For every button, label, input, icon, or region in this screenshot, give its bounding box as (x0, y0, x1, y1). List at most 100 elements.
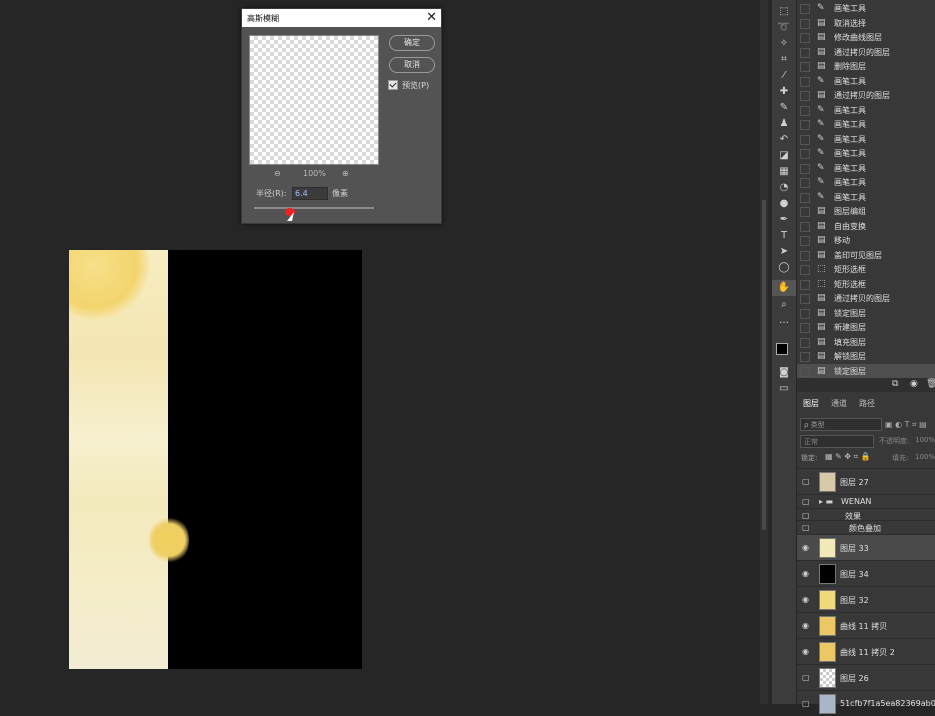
folder-icon[interactable]: ▸ ▬ (819, 497, 833, 506)
history-item[interactable]: ▤ 通过拷贝的图层 (797, 45, 935, 59)
history-source-checkbox[interactable] (800, 250, 810, 261)
history-source-checkbox[interactable] (800, 308, 810, 319)
layer-row[interactable]: ▢ 颜色叠加 (797, 520, 935, 533)
new-document-from-state-icon[interactable]: ⧉ (892, 379, 898, 389)
history-item[interactable]: ▤ 通过拷贝的图层 (797, 88, 935, 102)
tab-paths[interactable]: 路径 (859, 398, 875, 409)
path-selection-tool-icon[interactable]: ➤ (772, 244, 796, 260)
history-item[interactable]: ⬚ 矩形选框 (797, 277, 935, 291)
history-source-checkbox[interactable] (800, 47, 810, 58)
history-source-checkbox[interactable] (800, 337, 810, 348)
history-item[interactable]: ✎ 画笔工具 (797, 190, 935, 204)
history-item[interactable]: ▤ 解锁图层 (797, 349, 935, 363)
history-source-checkbox[interactable] (800, 221, 810, 232)
blend-mode-select[interactable]: 正常 (800, 435, 874, 448)
preview-checkbox-row[interactable]: 预览(P) (388, 79, 440, 91)
history-source-checkbox[interactable] (800, 163, 810, 174)
visibility-off-icon[interactable]: ▢ (802, 497, 810, 506)
snapshot-camera-icon[interactable]: ◉ (910, 379, 918, 389)
history-source-checkbox[interactable] (800, 33, 810, 43)
delete-state-icon[interactable]: 🗑 (926, 379, 935, 389)
pen-tool-icon[interactable]: ✒ (772, 212, 796, 228)
history-item[interactable]: ▤ 盖印可见图层 (797, 248, 935, 262)
layer-row[interactable]: ◉ 图层 34 (797, 560, 935, 586)
history-item[interactable]: ✎ 画笔工具 (797, 175, 935, 189)
document-scrollbar-thumb[interactable] (762, 200, 766, 530)
eraser-tool-icon[interactable]: ◪ (772, 148, 796, 164)
cancel-button[interactable]: 取消 (389, 57, 435, 73)
history-item[interactable]: ✎ 画笔工具 (797, 1, 935, 15)
preview-area[interactable] (249, 35, 379, 165)
history-item[interactable]: ✎ 画笔工具 (797, 103, 935, 117)
eye-icon[interactable]: ◉ (802, 647, 809, 656)
radius-slider-track[interactable] (254, 207, 374, 209)
history-item[interactable]: ✎ 画笔工具 (797, 117, 935, 131)
zoom-tool-icon[interactable]: ⌕ (772, 297, 796, 313)
history-item[interactable]: ⬚ 矩形选框 (797, 262, 935, 276)
healing-tool-icon[interactable]: ✚ (772, 84, 796, 100)
visibility-off-icon[interactable]: ▢ (802, 511, 810, 520)
visibility-off-icon[interactable]: ▢ (802, 477, 810, 486)
history-item[interactable]: ▤ 取消选择 (797, 16, 935, 30)
shape-tool-icon[interactable]: ◯ (772, 260, 796, 276)
history-source-checkbox[interactable] (800, 366, 810, 377)
history-source-checkbox[interactable] (800, 91, 810, 101)
crop-tool-icon[interactable]: ⌗ (772, 52, 796, 68)
history-item[interactable]: ▤ 锁定图层 (797, 306, 935, 320)
quick-mask-icon[interactable]: ◙ (772, 365, 796, 381)
zoom-in-icon[interactable]: ⊕ (342, 169, 349, 178)
history-source-checkbox[interactable] (800, 352, 810, 362)
foreground-color-swatch[interactable] (776, 343, 788, 355)
history-source-checkbox[interactable] (800, 265, 810, 275)
tab-layers[interactable]: 图层 (803, 398, 819, 409)
type-tool-icon[interactable]: T (772, 228, 796, 244)
zoom-out-icon[interactable]: ⊖ (274, 169, 281, 178)
layer-row[interactable]: ▢ 图层 27 (797, 468, 935, 494)
history-source-checkbox[interactable] (800, 207, 810, 217)
layer-row[interactable]: ◉ 图层 32 (797, 586, 935, 612)
magic-wand-tool-icon[interactable]: ✧ (772, 36, 796, 52)
history-source-checkbox[interactable] (800, 134, 810, 145)
history-source-checkbox[interactable] (800, 4, 810, 14)
more-tools-icon[interactable]: … (772, 313, 796, 329)
fill-value[interactable]: 100% (915, 453, 935, 461)
dodge-tool-icon[interactable]: ● (772, 196, 796, 212)
history-source-checkbox[interactable] (800, 105, 810, 116)
ok-button[interactable]: 确定 (389, 35, 435, 51)
lasso-tool-icon[interactable]: ➰ (772, 20, 796, 36)
layer-row[interactable]: ◉ 曲线 11 拷贝 2 (797, 638, 935, 664)
opacity-value[interactable]: 100% (915, 436, 935, 444)
marquee-tool-icon[interactable]: ⬚ (772, 4, 796, 20)
layer-row[interactable]: ▢ 图层 26 (797, 664, 935, 690)
history-item[interactable]: ✎ 画笔工具 (797, 146, 935, 160)
screen-mode-icon[interactable]: ▭ (772, 381, 796, 397)
history-source-checkbox[interactable] (800, 279, 810, 290)
history-item[interactable]: ▤ 新建图层 (797, 320, 935, 334)
layer-row[interactable]: ▢51cfb7f1a5ea82369ab002c... (797, 690, 935, 716)
layer-row[interactable]: ◉ 图层 33 (797, 534, 935, 560)
tab-channels[interactable]: 通道 (831, 398, 847, 409)
canvas-document[interactable] (69, 250, 362, 669)
gradient-tool-icon[interactable]: ▦ (772, 164, 796, 180)
history-source-checkbox[interactable] (800, 178, 810, 188)
history-item[interactable]: ▤ 通过拷贝的图层 (797, 291, 935, 305)
history-item[interactable]: ✎ 画笔工具 (797, 132, 935, 146)
layer-filter-icons[interactable]: ▣ ◐ T ⌗ ▤ (885, 420, 927, 430)
stamp-tool-icon[interactable]: ♟ (772, 116, 796, 132)
eyedropper-tool-icon[interactable]: ⁄ (772, 68, 796, 84)
eye-icon[interactable]: ◉ (802, 595, 809, 604)
layer-row[interactable]: ◉ 曲线 11 拷贝 (797, 612, 935, 638)
visibility-off-icon[interactable]: ▢ (802, 673, 810, 682)
history-item[interactable]: ▤ 自由变换 (797, 219, 935, 233)
history-source-checkbox[interactable] (800, 236, 810, 246)
history-item[interactable]: ✎ 画笔工具 (797, 161, 935, 175)
visibility-off-icon[interactable]: ▢ (802, 523, 810, 532)
eye-icon[interactable]: ◉ (802, 569, 809, 578)
history-source-checkbox[interactable] (800, 294, 810, 304)
history-item[interactable]: ▤ 填充图层 (797, 335, 935, 349)
history-source-checkbox[interactable] (800, 62, 810, 72)
history-item[interactable]: ▤ 锁定图层 (797, 363, 935, 378)
history-brush-tool-icon[interactable]: ↶ (772, 132, 796, 148)
eye-icon[interactable]: ◉ (802, 543, 809, 552)
history-source-checkbox[interactable] (800, 120, 810, 130)
